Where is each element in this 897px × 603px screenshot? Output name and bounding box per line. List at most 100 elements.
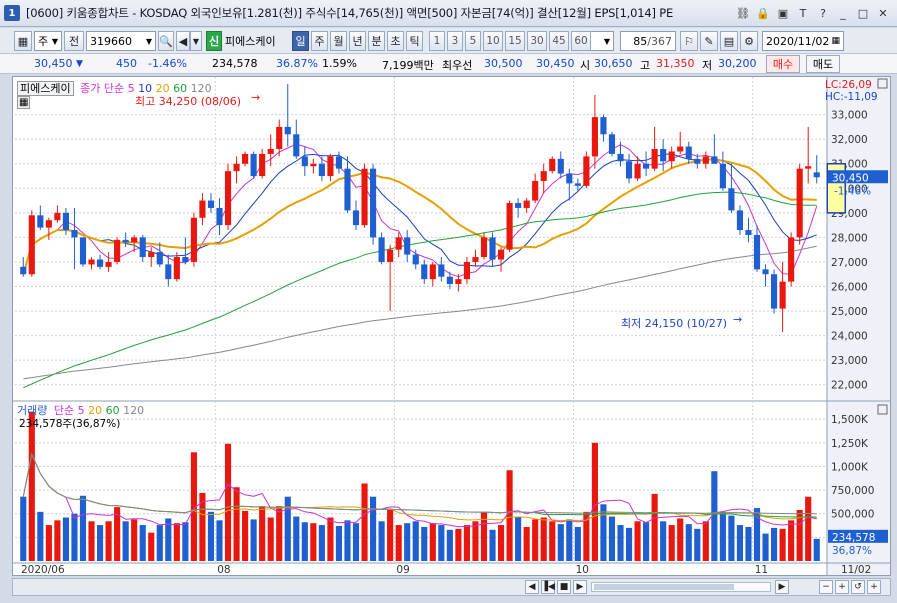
scroll-start-icon[interactable]: ▐◀ <box>541 580 555 594</box>
volume-bar <box>216 520 223 561</box>
period-button-0[interactable]: 일 <box>292 31 309 51</box>
period-button-3[interactable]: 년 <box>349 31 366 51</box>
candle-body <box>412 254 419 265</box>
candle-body <box>114 239 121 262</box>
volume-bar <box>549 521 556 561</box>
period-button-6[interactable]: 틱 <box>406 31 423 51</box>
volume-bar <box>131 519 138 561</box>
interval-button-30[interactable]: 30 <box>527 31 547 51</box>
volume-bar <box>668 525 675 561</box>
volume-sub-legend: 234,578주(36,87%) <box>19 418 121 430</box>
candle-body <box>813 172 820 178</box>
candle-body <box>335 156 343 169</box>
price-tick-label: 22,000 <box>831 380 868 392</box>
candle-body <box>591 117 598 157</box>
candle-body <box>224 171 232 226</box>
link-icon[interactable]: ⛓ <box>735 5 751 21</box>
pin-icon[interactable]: ⚐ <box>680 31 698 51</box>
candle-body <box>455 279 462 285</box>
interval-button-45[interactable]: 45 <box>549 31 569 51</box>
lock-icon[interactable]: 🔒 <box>755 5 771 21</box>
settings-icon[interactable]: ⚙ <box>740 31 758 51</box>
volume-bar <box>643 522 650 561</box>
candle-body <box>719 163 726 189</box>
tool-icon[interactable]: ✎ <box>700 31 718 51</box>
date-field[interactable]: 2020/11/02 ▦ <box>762 31 844 51</box>
interval-button-3[interactable]: 3 <box>447 31 463 51</box>
maximize-icon[interactable]: □ <box>855 5 871 21</box>
period-button-2[interactable]: 월 <box>330 31 347 51</box>
candle-body <box>625 161 633 179</box>
candle-body <box>805 166 812 169</box>
candle-body <box>796 168 803 238</box>
scroll-track[interactable] <box>591 582 771 592</box>
volume-bar <box>736 525 744 561</box>
volume-bar <box>79 495 87 561</box>
high-annotation: 최고 34,250 (08/06) <box>135 95 242 108</box>
candle-body <box>634 163 641 179</box>
volume-bar <box>284 496 291 561</box>
chart-area[interactable]: 33,000 32,000 31,000 30,000 29,000 28,000 27,0… <box>12 76 891 576</box>
interval-button-60[interactable]: 60 <box>571 31 591 51</box>
period-button-5[interactable]: 초 <box>387 31 404 51</box>
reset-icon[interactable]: ↺ <box>851 580 865 594</box>
search-icon[interactable]: 🔍 <box>158 31 174 51</box>
help-icon[interactable]: ? <box>815 5 831 21</box>
window-title: [0600] 키움종합차트 - KOSDAQ 외국인보유[1.281(천)] 주… <box>26 6 674 20</box>
play-icon[interactable]: ▶ <box>573 580 587 594</box>
candle-body <box>344 168 351 211</box>
chart-svg[interactable]: 33,00032,00031,00030,00029,00028,00027,0… <box>13 77 890 575</box>
volume-bar <box>813 538 820 561</box>
volume-bar <box>497 525 505 561</box>
volume-bar <box>242 510 249 561</box>
save-icon[interactable]: ▤ <box>720 31 738 51</box>
zoom-in-icon[interactable]: + <box>835 580 849 594</box>
zoom-out-icon[interactable]: − <box>819 580 833 594</box>
table-icon[interactable]: ▦ <box>17 96 31 109</box>
speaker-icon[interactable]: ◀ <box>176 31 190 51</box>
volume-bar <box>779 528 786 561</box>
candle-body <box>532 180 539 201</box>
scroll-thumb[interactable] <box>594 584 734 590</box>
restore-icon[interactable]: ▣ <box>775 5 791 21</box>
candle-body <box>71 230 78 238</box>
volume-bar <box>719 511 726 561</box>
candle-body <box>327 156 334 177</box>
chevron-down-icon[interactable]: ▼ <box>190 31 202 51</box>
sell-button[interactable]: 매도 <box>806 55 840 73</box>
candle-body <box>361 168 368 226</box>
count-field[interactable]: 85/367 <box>620 31 676 51</box>
close-icon[interactable]: ✕ <box>875 5 891 21</box>
candle-body <box>105 261 112 267</box>
turnover-percent: 1.59% <box>322 57 357 70</box>
grid-icon[interactable]: ▦ <box>14 31 32 51</box>
legend-ma-5: 5 <box>127 82 135 95</box>
prev-button[interactable]: 전 <box>64 31 84 51</box>
volume-bar <box>96 525 104 561</box>
candle-body <box>54 212 61 221</box>
interval-button-15[interactable]: 15 <box>505 31 525 51</box>
period-button-4[interactable]: 분 <box>368 31 385 51</box>
scroll-left-icon[interactable]: ◀ <box>525 580 539 594</box>
text-icon[interactable]: T <box>795 5 811 21</box>
minimize-icon[interactable]: _ <box>835 5 851 21</box>
expand-icon[interactable]: + <box>867 580 881 594</box>
period-button-1[interactable]: 주 <box>311 31 328 51</box>
interval-button-10[interactable]: 10 <box>483 31 503 51</box>
volume-ma-120 <box>22 452 817 515</box>
code-input[interactable]: 319660 ▼ <box>86 31 156 51</box>
date-label: 09 <box>396 564 409 575</box>
chart-scrollbar[interactable]: ◀ ▐◀ ■ ▶ ▶ − + ↺ + <box>12 578 891 596</box>
interval-button-1[interactable]: 1 <box>429 31 445 51</box>
scroll-right-icon[interactable]: ▶ <box>775 580 789 594</box>
volume-bar <box>387 509 394 561</box>
candle-body <box>182 257 189 262</box>
candle-body <box>600 117 607 135</box>
panel-close-box <box>877 78 888 89</box>
volume-bar <box>105 521 112 561</box>
stop-icon[interactable]: ■ <box>557 580 571 594</box>
open-price: 30,650 <box>594 57 633 70</box>
buy-button[interactable]: 매수 <box>766 55 800 73</box>
interval-button-5[interactable]: 5 <box>465 31 481 51</box>
period-select[interactable]: 주 ▼ <box>34 31 62 51</box>
